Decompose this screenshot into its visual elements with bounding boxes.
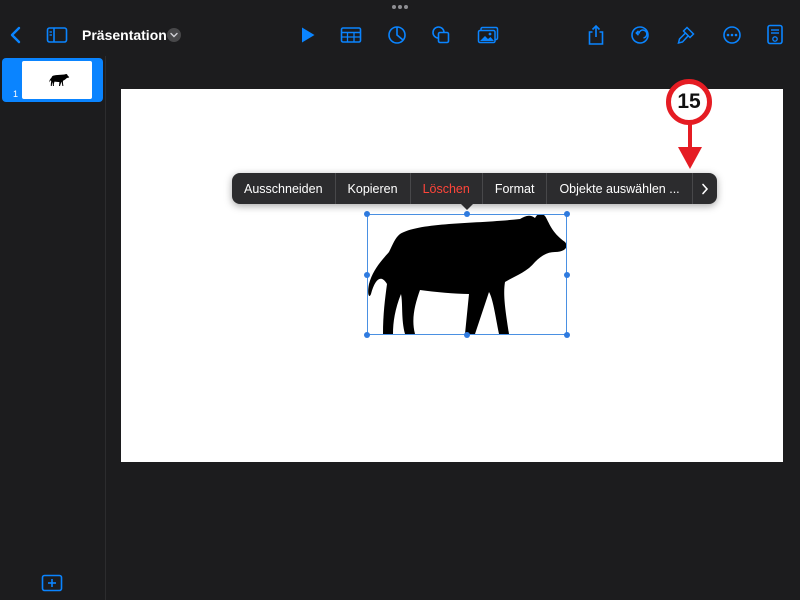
resize-handle-top-right[interactable] bbox=[564, 211, 570, 217]
format-brush-icon bbox=[677, 26, 695, 45]
slide-navigator-toggle[interactable] bbox=[43, 22, 71, 48]
multitasking-grabber[interactable] bbox=[392, 5, 408, 11]
step-number-badge: 15 bbox=[666, 79, 712, 125]
more-icon bbox=[723, 26, 741, 44]
insert-media-button[interactable] bbox=[474, 22, 502, 48]
undo-icon bbox=[631, 26, 649, 44]
resize-handle-bottom-left[interactable] bbox=[364, 332, 370, 338]
context-menu-pointer bbox=[460, 203, 474, 210]
resize-handle-top[interactable] bbox=[464, 211, 470, 217]
share-icon bbox=[588, 24, 604, 45]
menu-item-delete[interactable]: Löschen bbox=[411, 173, 483, 204]
share-button[interactable] bbox=[582, 22, 610, 48]
table-icon bbox=[340, 27, 362, 43]
menu-item-copy[interactable]: Kopieren bbox=[336, 173, 411, 204]
insert-shape-button[interactable] bbox=[427, 22, 455, 48]
shapes-icon bbox=[432, 26, 450, 44]
chevron-down-icon bbox=[170, 32, 178, 38]
media-icon bbox=[477, 26, 499, 44]
resize-handle-bottom-right[interactable] bbox=[564, 332, 570, 338]
resize-handle-bottom[interactable] bbox=[464, 332, 470, 338]
slide-thumbnail-preview bbox=[22, 61, 92, 99]
top-toolbar: Präsentation bbox=[0, 0, 800, 56]
menu-item-cut[interactable]: Ausschneiden bbox=[232, 173, 336, 204]
play-button[interactable] bbox=[294, 22, 322, 48]
chevron-right-icon bbox=[701, 183, 708, 194]
back-button[interactable] bbox=[2, 22, 30, 48]
slide-number: 1 bbox=[13, 89, 19, 99]
resize-handle-top-left[interactable] bbox=[364, 211, 370, 217]
context-menu: Ausschneiden Kopieren Löschen Format Obj… bbox=[232, 173, 717, 204]
menu-more-button[interactable] bbox=[693, 173, 717, 204]
presenter-icon bbox=[767, 24, 783, 45]
format-button[interactable] bbox=[672, 22, 700, 48]
undo-button[interactable] bbox=[626, 22, 654, 48]
resize-handle-right[interactable] bbox=[564, 272, 570, 278]
title-menu-button[interactable] bbox=[167, 28, 181, 42]
step-arrow-icon bbox=[678, 123, 702, 169]
play-icon bbox=[302, 27, 315, 43]
slide-thumbnail[interactable]: 1 bbox=[2, 58, 103, 102]
menu-item-select-objects[interactable]: Objekte auswählen ... bbox=[547, 173, 693, 204]
sidebar-icon bbox=[46, 27, 68, 43]
insert-chart-button[interactable] bbox=[383, 22, 411, 48]
presenter-notes-button[interactable] bbox=[761, 22, 789, 48]
resize-handle-left[interactable] bbox=[364, 272, 370, 278]
slide-navigator: 1 bbox=[0, 56, 106, 600]
document-title[interactable]: Präsentation bbox=[82, 26, 167, 44]
more-button[interactable] bbox=[718, 22, 746, 48]
chart-icon bbox=[388, 26, 406, 44]
selection-frame bbox=[367, 214, 567, 335]
cow-thumbnail-image bbox=[49, 73, 70, 86]
chevron-left-icon bbox=[10, 26, 21, 44]
insert-table-button[interactable] bbox=[337, 22, 365, 48]
menu-item-format[interactable]: Format bbox=[483, 173, 548, 204]
plus-icon bbox=[41, 574, 63, 592]
add-slide-button[interactable] bbox=[41, 574, 63, 592]
